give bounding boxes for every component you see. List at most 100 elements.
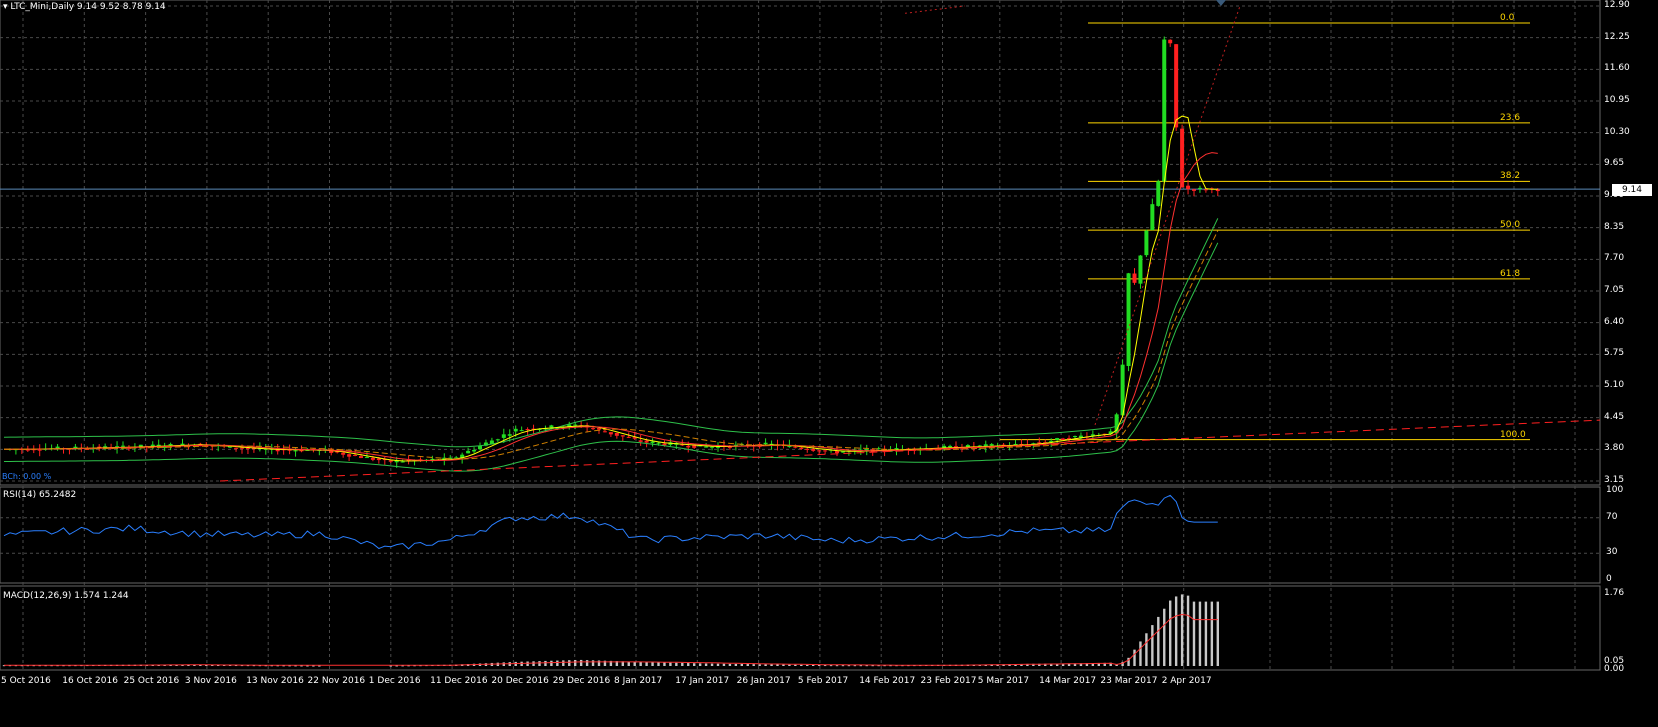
grid	[0, 0, 1601, 671]
candle-body	[400, 461, 405, 463]
time-tick: 20 Dec 2016	[491, 676, 549, 686]
candle-body	[1174, 44, 1179, 128]
candle-body	[638, 440, 643, 442]
candle-body	[525, 429, 530, 431]
price-tick: 4.45	[1604, 411, 1625, 422]
macd-bar	[550, 660, 553, 666]
candle-body	[763, 442, 768, 445]
macd-bar	[1139, 641, 1142, 666]
macd-bar	[1192, 601, 1196, 666]
macd-panel-frame	[0, 585, 1601, 671]
candle-body	[1061, 438, 1066, 441]
candle-body	[1197, 187, 1202, 189]
bch-label: BCh: 0.00 %	[2, 472, 52, 481]
macd-bar	[728, 663, 732, 666]
candle-body	[704, 446, 709, 448]
candle-body	[507, 434, 512, 436]
macd-tick: 1.76	[1604, 588, 1625, 598]
candle-body	[1037, 442, 1042, 444]
macd-bar	[675, 662, 678, 666]
bollinger-upper	[3, 218, 1219, 448]
price-tick: 6.40	[1604, 316, 1625, 327]
macd-bar	[1174, 596, 1178, 666]
candle-body	[591, 428, 596, 430]
rsi-tick: 30	[1606, 547, 1618, 558]
macd-bar	[829, 665, 833, 667]
time-tick: 26 Jan 2017	[736, 676, 791, 686]
macd-bar	[597, 660, 601, 666]
candle-body	[1150, 204, 1155, 231]
chart-shift-icon[interactable]	[1216, 0, 1226, 6]
price-tick: 7.05	[1604, 285, 1625, 295]
ma-fast	[4, 115, 1218, 462]
macd-bar	[758, 664, 761, 666]
macd-bar	[800, 664, 803, 666]
macd-bar	[651, 662, 654, 666]
time-tick: 14 Mar 2017	[1039, 676, 1097, 686]
rsi-panel-frame	[0, 486, 1601, 584]
rsi-tick: 100	[1606, 485, 1624, 495]
time-tick: 25 Oct 2016	[123, 676, 180, 686]
macd-bar	[1180, 594, 1184, 666]
fib-level-label: 50.0	[1500, 220, 1521, 231]
candle-body	[597, 428, 601, 430]
time-tick: 23 Mar 2017	[1100, 676, 1158, 686]
price-tick: 5.75	[1604, 348, 1625, 359]
time-tick: 23 Feb 2017	[920, 676, 977, 686]
macd-bar	[1157, 616, 1160, 666]
macd-bar	[788, 664, 791, 666]
chart-canvas[interactable]	[0, 0, 1658, 727]
rsi-tick: 0	[1606, 574, 1612, 584]
price-panel[interactable]	[0, 5, 1601, 482]
macd-bar	[579, 659, 583, 666]
macd-bar	[794, 664, 797, 666]
macd-title: MACD(12,26,9) 1.574 1.244	[3, 591, 129, 601]
macd-bar	[1198, 601, 1202, 666]
macd-bar	[669, 662, 672, 666]
candle-body	[1186, 185, 1191, 190]
candle-body	[1132, 273, 1137, 283]
candle-body	[644, 440, 649, 443]
price-tick: 12.90	[1604, 0, 1630, 10]
macd-bar	[752, 664, 755, 666]
candle-body	[650, 441, 655, 444]
price-tick: 7.70	[1604, 253, 1625, 264]
candle-body	[370, 457, 375, 460]
macd-bar	[817, 664, 821, 666]
macd-bar	[1216, 601, 1219, 666]
price-tick: 12.25	[1604, 31, 1630, 42]
macd-bar	[568, 660, 571, 666]
dropdown-arrow-icon[interactable]: ▾	[3, 2, 8, 12]
candle-body	[293, 450, 298, 452]
candle-body	[234, 447, 239, 449]
candle-body	[519, 430, 524, 432]
macd-bar	[770, 664, 773, 666]
macd-bar	[645, 662, 648, 666]
candle-body	[501, 434, 506, 438]
price-tick: 10.30	[1604, 126, 1630, 137]
macd-bar	[704, 663, 708, 666]
candle-body	[1203, 189, 1208, 191]
macd-bar	[746, 664, 749, 666]
trend-line-top	[904, 5, 966, 14]
ma-mid	[4, 230, 1219, 460]
candle-body	[710, 446, 715, 448]
macd-bar	[835, 665, 839, 667]
macd-bar	[710, 663, 714, 666]
macd-bar	[526, 661, 529, 666]
candle-body	[466, 450, 471, 454]
candle-body	[364, 457, 369, 459]
candle-body	[620, 435, 625, 437]
macd-bar	[681, 662, 684, 666]
time-tick: 14 Feb 2017	[859, 676, 916, 686]
candle-body	[573, 424, 578, 426]
rsi-panel[interactable]	[3, 494, 1218, 550]
candle-body	[793, 446, 798, 448]
macd-bar	[812, 664, 815, 666]
price-tick: 10.95	[1604, 95, 1630, 105]
macd-panel[interactable]	[2, 594, 1219, 667]
time-tick: 5 Feb 2017	[797, 676, 849, 686]
candle-body	[353, 454, 358, 456]
candle-body	[656, 442, 661, 444]
time-tick: 2 Apr 2017	[1161, 676, 1212, 686]
